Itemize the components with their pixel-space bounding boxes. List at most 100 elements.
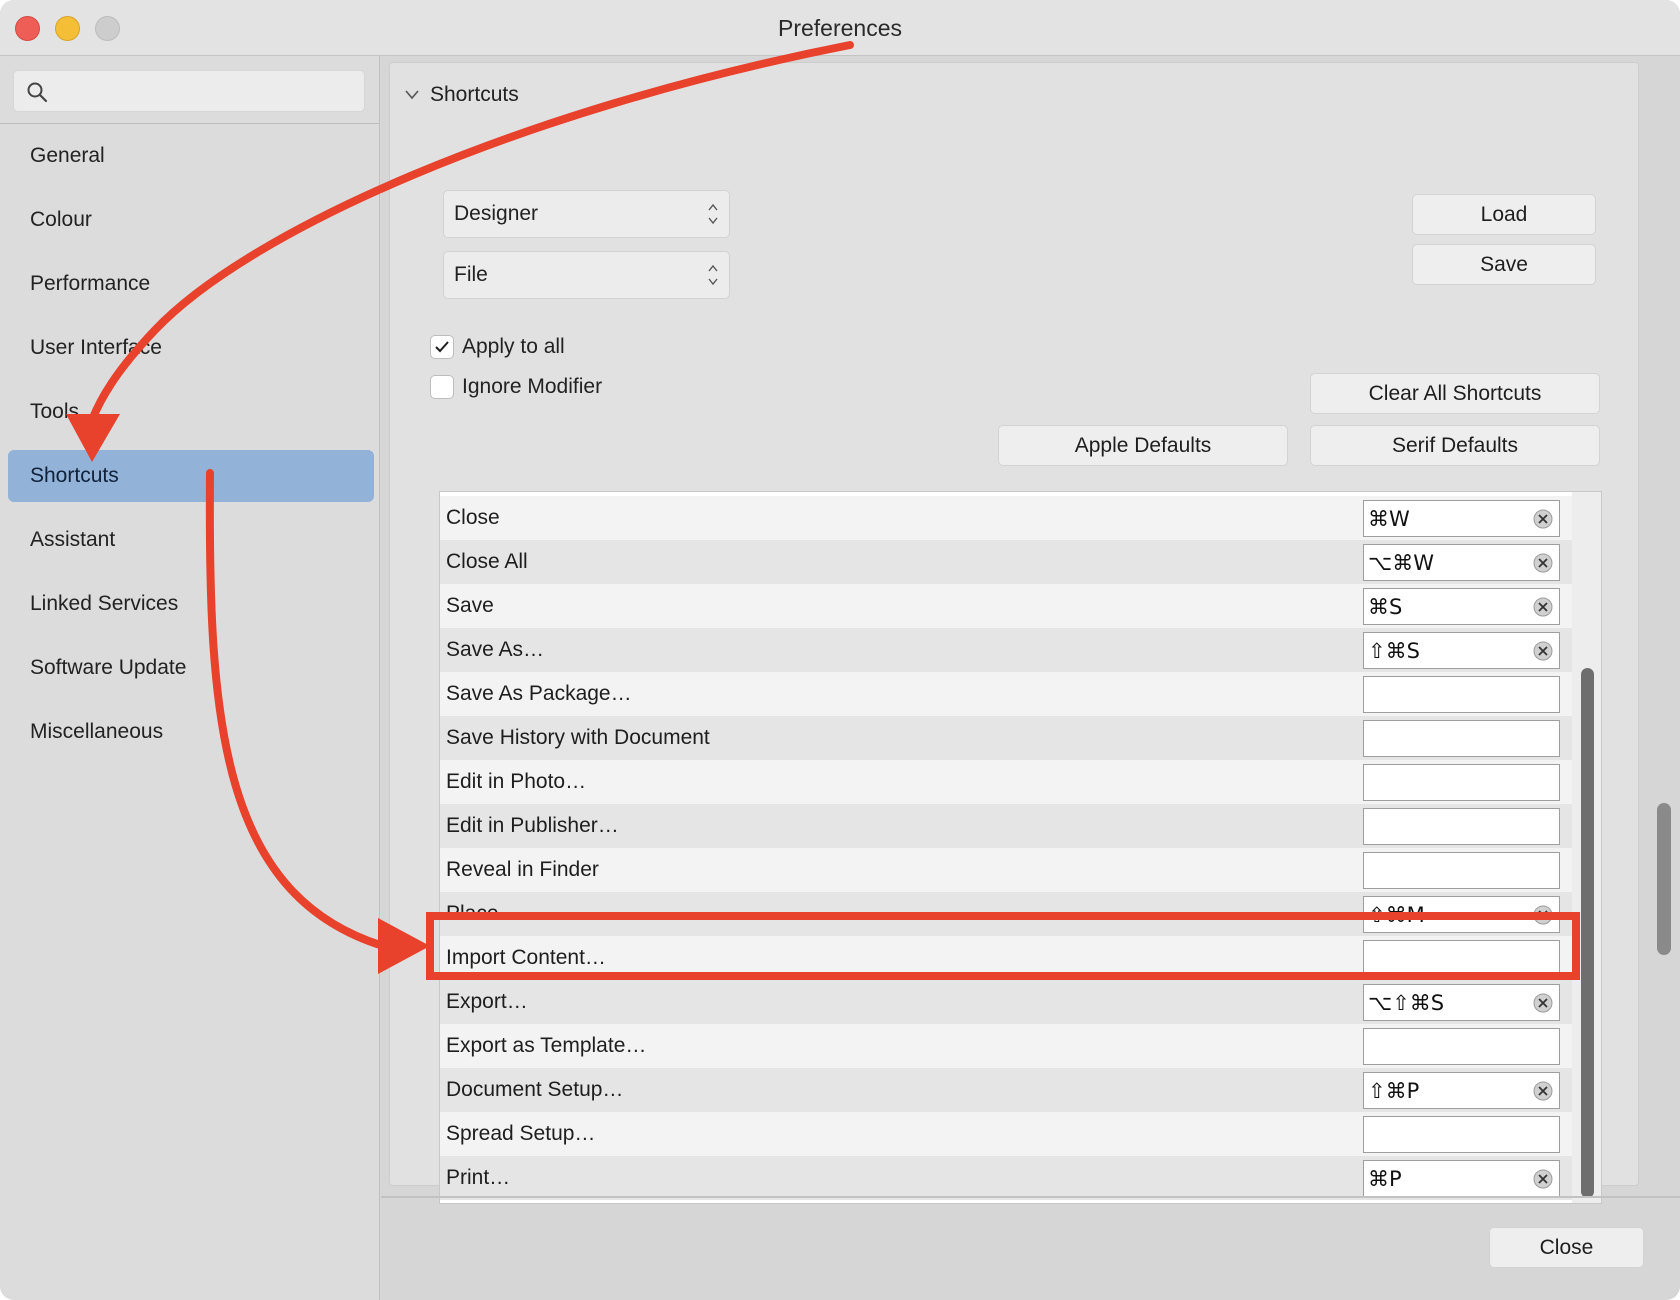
table-row[interactable]: Close All ⌥⌘W — [440, 540, 1572, 584]
sidebar-item-general[interactable]: General — [8, 130, 374, 182]
clear-shortcut-icon[interactable] — [1533, 905, 1553, 925]
search-field[interactable] — [13, 70, 365, 112]
table-row[interactable]: Print… ⌘P — [440, 1156, 1572, 1200]
table-row[interactable]: Document Setup… ⇧⌘P — [440, 1068, 1572, 1112]
shortcut-key-field[interactable]: ⇧⌘P — [1363, 1072, 1560, 1109]
table-row[interactable]: Reveal in Finder — [440, 848, 1572, 892]
shortcut-key-value: ⇧⌘P — [1368, 1079, 1420, 1103]
shortcut-key-field[interactable]: ⌥⇧⌘S — [1363, 984, 1560, 1021]
shortcut-key-value: ⌘P — [1368, 1167, 1402, 1191]
table-scrollbar[interactable] — [1572, 492, 1601, 1203]
apply-to-all-label[interactable]: Apply to all — [462, 335, 565, 359]
shortcut-label: Edit in Publisher… — [446, 814, 619, 837]
shortcut-key-field[interactable]: ⇧⌘S — [1363, 632, 1560, 669]
clear-shortcut-icon[interactable] — [1533, 597, 1553, 617]
sidebar-item-miscellaneous[interactable]: Miscellaneous — [8, 706, 374, 758]
table-row[interactable]: Close ⌘W — [440, 496, 1572, 540]
footer-divider — [381, 1196, 1680, 1198]
search-input[interactable] — [58, 75, 358, 107]
shortcut-label: Save As… — [446, 638, 545, 661]
sidebar-item-assistant[interactable]: Assistant — [8, 514, 374, 566]
shortcut-key-field[interactable] — [1363, 852, 1560, 889]
sidebar-item-software-update[interactable]: Software Update — [8, 642, 374, 694]
shortcut-key-value: ⌘W — [1368, 507, 1410, 531]
table-row[interactable]: Import Content… — [440, 936, 1572, 980]
window-title: Preferences — [777, 15, 902, 41]
content-scrollbar-thumb[interactable] — [1657, 803, 1671, 955]
table-row[interactable]: Spread Setup… — [440, 1112, 1572, 1156]
clear-all-shortcuts-button[interactable]: Clear All Shortcuts — [1310, 373, 1600, 414]
ignore-modifier-checkbox[interactable] — [430, 375, 454, 399]
table-row[interactable]: Save ⌘S — [440, 584, 1572, 628]
app-popup[interactable]: Designer — [443, 190, 730, 238]
clear-shortcut-icon[interactable] — [1533, 1081, 1553, 1101]
updown-arrows-icon — [708, 203, 718, 225]
shortcut-key-value: ⇧⌘S — [1368, 639, 1420, 663]
checkmark-icon — [435, 341, 449, 353]
shortcut-label: Spread Setup… — [446, 1122, 596, 1145]
content-scrollbar[interactable] — [1654, 56, 1680, 1184]
load-button[interactable]: Load — [1412, 194, 1596, 235]
sidebar-item-shortcuts[interactable]: Shortcuts — [8, 450, 374, 502]
clear-shortcut-icon[interactable] — [1533, 993, 1553, 1013]
search-icon — [27, 82, 48, 103]
table-row[interactable]: Edit in Publisher… — [440, 804, 1572, 848]
serif-defaults-button[interactable]: Serif Defaults — [1310, 425, 1600, 466]
shortcut-key-value: ⌥⌘W — [1368, 551, 1434, 575]
shortcut-label: Print… — [446, 1166, 511, 1189]
shortcut-key-field[interactable]: ⇧⌘M — [1363, 896, 1560, 933]
shortcut-key-field[interactable]: ⌘S — [1363, 588, 1560, 625]
sidebar-item-tools[interactable]: Tools — [8, 386, 374, 438]
sidebar-item-colour[interactable]: Colour — [8, 194, 374, 246]
clear-shortcut-icon[interactable] — [1533, 641, 1553, 661]
shortcuts-table: Close ⌘W Close All ⌥⌘W Save ⌘S Save As… ⇧⌘S Save… — [439, 491, 1602, 1204]
ignore-modifier-label[interactable]: Ignore Modifier — [462, 375, 602, 399]
table-row[interactable]: Edit in Photo… — [440, 760, 1572, 804]
shortcut-key-field[interactable] — [1363, 808, 1560, 845]
clear-shortcut-icon[interactable] — [1533, 553, 1553, 573]
table-row[interactable]: Export… ⌥⇧⌘S — [440, 980, 1572, 1024]
section-title[interactable]: Shortcuts — [430, 83, 519, 107]
shortcut-label: Place… — [446, 902, 520, 925]
preferences-window: Preferences General Colour Performance U… — [0, 0, 1680, 1300]
shortcut-key-field[interactable] — [1363, 676, 1560, 713]
search-area — [0, 56, 380, 124]
table-row[interactable]: Save As… ⇧⌘S — [440, 628, 1572, 672]
shortcut-key-field[interactable]: ⌘P — [1363, 1160, 1560, 1197]
shortcut-label: Reveal in Finder — [446, 858, 599, 881]
sidebar-item-performance[interactable]: Performance — [8, 258, 374, 310]
shortcut-label: Save History with Document — [446, 726, 710, 749]
shortcut-key-field[interactable] — [1363, 1028, 1560, 1065]
chevron-down-icon[interactable] — [404, 89, 420, 101]
close-button[interactable]: Close — [1489, 1227, 1644, 1268]
shortcut-label: Close — [446, 506, 500, 529]
table-row[interactable]: Save As Package… — [440, 672, 1572, 716]
apple-defaults-button[interactable]: Apple Defaults — [998, 425, 1288, 466]
shortcut-key-field[interactable]: ⌘W — [1363, 500, 1560, 537]
shortcut-key-field[interactable] — [1363, 720, 1560, 757]
category-popup[interactable]: File — [443, 251, 730, 299]
table-scrollbar-thumb[interactable] — [1581, 668, 1594, 1198]
titlebar: Preferences — [0, 0, 1680, 56]
table-row[interactable]: Export as Template… — [440, 1024, 1572, 1068]
shortcut-key-value: ⌘S — [1368, 595, 1403, 619]
shortcut-label: Close All — [446, 550, 528, 573]
sidebar-item-user-interface[interactable]: User Interface — [8, 322, 374, 374]
shortcuts-panel: Shortcuts Designer File Load Save Apply … — [389, 62, 1639, 1204]
table-row[interactable]: Place… ⇧⌘M — [440, 892, 1572, 936]
shortcut-key-field[interactable] — [1363, 940, 1560, 977]
table-row[interactable]: Save History with Document — [440, 716, 1572, 760]
shortcut-key-field[interactable] — [1363, 764, 1560, 801]
apply-to-all-checkbox[interactable] — [430, 335, 454, 359]
save-button[interactable]: Save — [1412, 244, 1596, 285]
shortcut-label: Save As Package… — [446, 682, 632, 705]
app-popup-value: Designer — [454, 202, 539, 225]
shortcut-key-value: ⌥⇧⌘S — [1368, 991, 1445, 1015]
shortcut-label: Import Content… — [446, 946, 606, 969]
shortcut-key-field[interactable]: ⌥⌘W — [1363, 544, 1560, 581]
clear-shortcut-icon[interactable] — [1533, 509, 1553, 529]
shortcut-key-field[interactable] — [1363, 1116, 1560, 1153]
shortcut-label: Document Setup… — [446, 1078, 624, 1101]
sidebar-item-linked-services[interactable]: Linked Services — [8, 578, 374, 630]
clear-shortcut-icon[interactable] — [1533, 1169, 1553, 1189]
